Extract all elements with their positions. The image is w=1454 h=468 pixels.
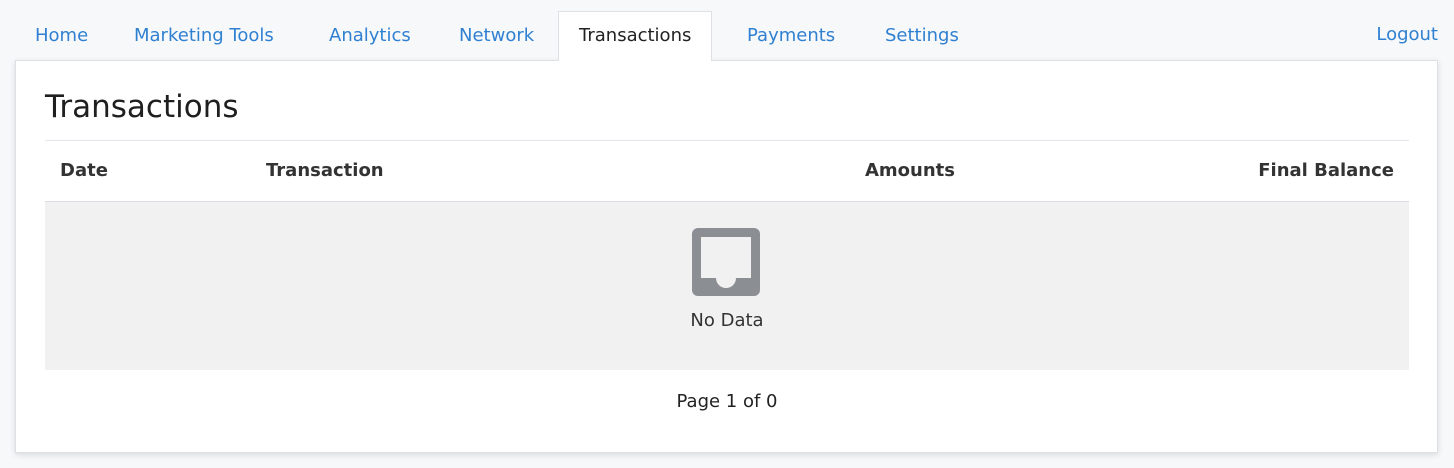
pagination-status: Page 1 of 0 — [676, 391, 778, 412]
top-navigation: Home Marketing Tools Analytics Network T… — [0, 0, 1454, 61]
transactions-card: Transactions Date Transaction Amounts Fi… — [15, 60, 1438, 453]
table-header: Date Transaction Amounts Final Balance — [45, 141, 1409, 202]
tab-home[interactable]: Home — [35, 12, 88, 60]
logout-link[interactable]: Logout — [1376, 24, 1438, 45]
page-title: Transactions — [45, 89, 239, 125]
tab-marketing-tools[interactable]: Marketing Tools — [134, 12, 274, 60]
tab-analytics[interactable]: Analytics — [329, 12, 411, 60]
no-data-text: No Data — [690, 310, 764, 331]
inbox-icon — [692, 228, 760, 296]
tab-settings[interactable]: Settings — [885, 12, 959, 60]
tab-transactions[interactable]: Transactions — [558, 11, 713, 61]
column-header-date[interactable]: Date — [60, 141, 108, 201]
column-header-transaction[interactable]: Transaction — [266, 141, 384, 201]
tab-payments[interactable]: Payments — [747, 12, 835, 60]
column-header-final-balance[interactable]: Final Balance — [1258, 141, 1394, 201]
empty-state: No Data — [45, 202, 1409, 370]
tab-network[interactable]: Network — [459, 12, 534, 60]
column-header-amounts[interactable]: Amounts — [865, 141, 955, 201]
